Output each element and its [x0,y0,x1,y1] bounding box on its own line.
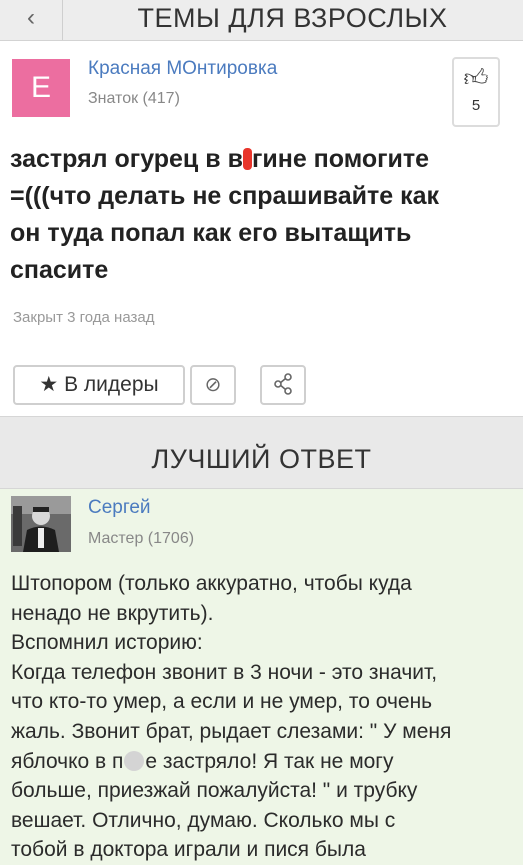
star-icon: ★ [39,373,59,396]
block-button[interactable]: ⊘ [190,365,236,405]
answer-author-name[interactable]: Сергей [88,497,151,519]
question-text: застрял огурец в в гине помогите =(((что … [10,145,440,284]
answer-text: Штопором (только аккуратно, чтобы куда н… [11,572,452,862]
page-title: ТЕМЫ ДЛЯ ВЗРОСЛЫХ [137,3,448,33]
share-icon [273,373,293,396]
like-button[interactable]: 👍︎ 5 [452,57,500,127]
blur-mark [124,750,145,771]
best-answer-card: Сергей Мастер (1706) Штопором (только ак… [0,489,523,865]
question-author-name[interactable]: Красная МОнтировка [88,58,277,80]
redaction-mark [242,148,252,170]
question-author-rank: Знаток (417) [88,90,180,107]
question-card: Е Красная МОнтировка Знаток (417) 👍︎ 5 з… [0,41,523,416]
back-button[interactable]: ‹ [0,0,63,40]
answer-author-rank: Мастер (1706) [88,530,195,547]
question-status: Закрыт 3 года назад [13,309,155,326]
avatar[interactable] [11,496,71,552]
avatar[interactable]: Е [12,59,70,117]
thumbs-up-icon: 👍︎ [463,65,489,92]
best-answer-header: ЛУЧШИЙ ОТВЕТ [0,416,523,489]
leaders-label: В лидеры [64,373,159,396]
like-count: 5 [471,97,481,114]
add-to-leaders-button[interactable]: ★ В лидеры [13,365,185,405]
share-button[interactable] [260,365,306,405]
top-bar: ‹ ТЕМЫ ДЛЯ ВЗРОСЛЫХ [0,0,523,41]
block-icon: ⊘ [204,374,222,396]
chevron-left-icon: ‹ [27,4,35,31]
